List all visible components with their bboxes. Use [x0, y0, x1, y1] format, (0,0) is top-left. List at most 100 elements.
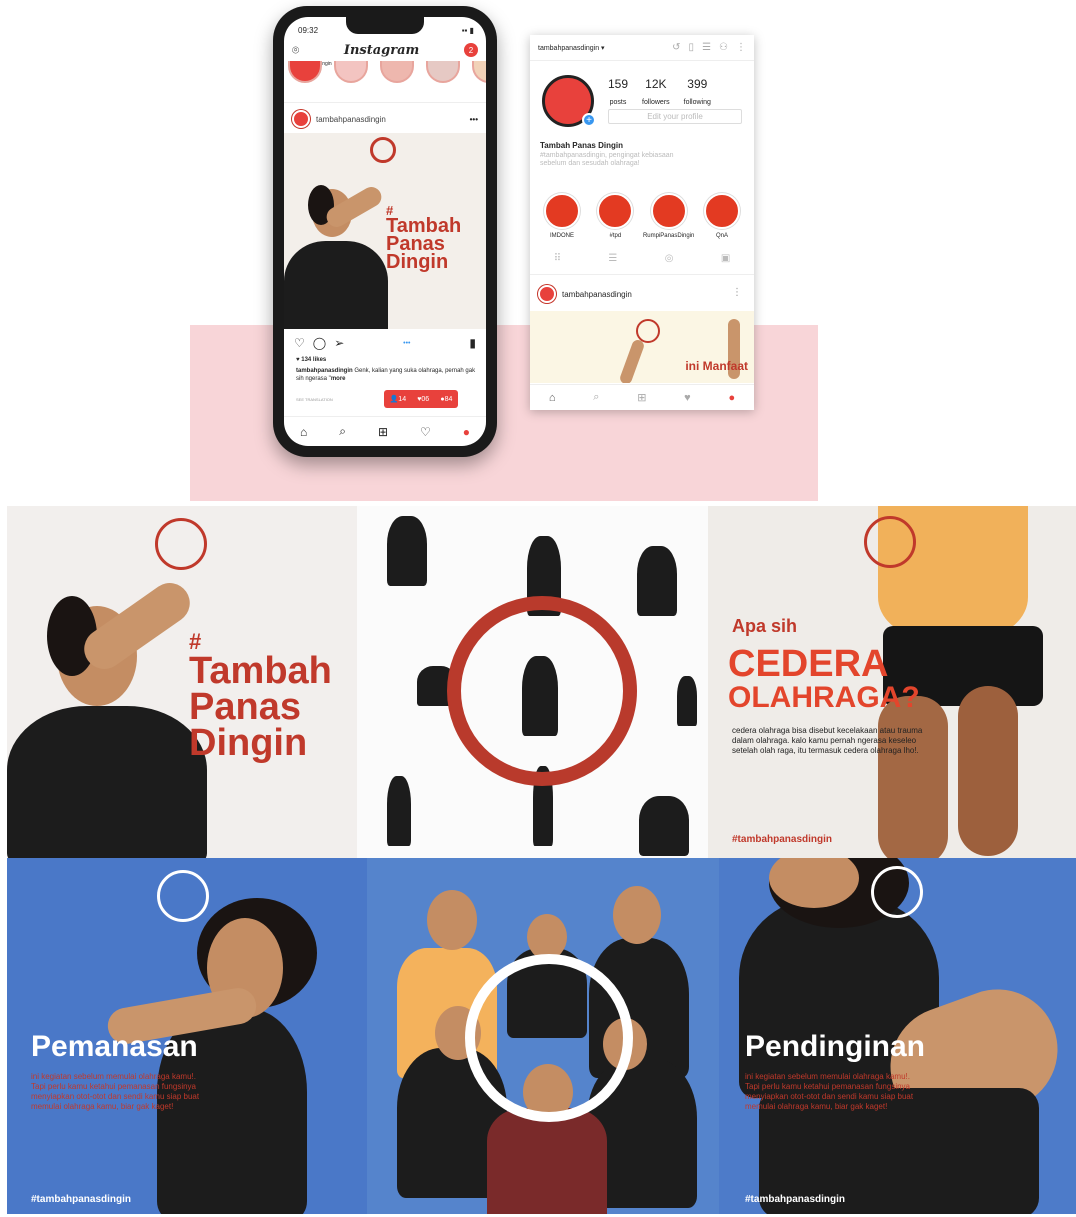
tile-heading-small: Apa sih: [732, 616, 798, 636]
share-icon[interactable]: ➢: [334, 336, 344, 350]
edit-profile-button[interactable]: Edit your profile: [608, 109, 742, 124]
activity-icon[interactable]: ♡: [420, 425, 431, 439]
see-translation-link[interactable]: SEE TRANSLATION: [296, 397, 333, 402]
post-title: # Tambah Panas Dingin: [386, 203, 462, 273]
activity-notification[interactable]: 👤14 ♥06 ●84: [384, 390, 458, 408]
profile-header-icons: ↺ ▯ ☰ ⚇ ⋮: [672, 42, 746, 53]
grid-post-tile-3[interactable]: Apa sih CEDERA OLAHRAGA? cedera olahraga…: [708, 506, 1076, 858]
highlight-item[interactable]: RumpiPanasDingin: [643, 193, 695, 239]
bookmark-icon[interactable]: ▮: [469, 336, 476, 350]
grid-post-tile-5[interactable]: [367, 858, 719, 1214]
heart-icon[interactable]: ♡: [294, 336, 305, 350]
athlete-figure: [639, 796, 689, 856]
location-icon[interactable]: ◎: [665, 253, 674, 274]
comment-icon[interactable]: ◯: [313, 336, 326, 350]
camera-icon[interactable]: ⌾: [292, 43, 299, 58]
post-username[interactable]: tambahpanasdingin: [316, 115, 464, 124]
search-icon[interactable]: ⌕: [593, 391, 599, 404]
avatar[interactable]: [292, 110, 310, 128]
story-item[interactable]: cucigudangd: [380, 61, 420, 102]
brand-logo-icon: [157, 870, 209, 922]
grid-post-tile-4[interactable]: Pemanasan ini kegiatan sebelum memulai o…: [7, 858, 367, 1214]
profile-bio: #tambahpanasdingin, pengingat kebiasaan …: [540, 152, 674, 168]
history-icon[interactable]: ↺: [672, 42, 680, 53]
instagram-feed-screen: 09:32 ▪▪ ▮ ⌾ Instagram 2 tambahpanasding…: [284, 17, 486, 446]
profile-username[interactable]: tambahpanasdingin ▾: [538, 44, 605, 52]
grid-view-icon[interactable]: ⠿: [554, 253, 561, 274]
story-item[interactable]: tambahpanasdingin: [288, 61, 332, 102]
more-options-icon[interactable]: •••: [470, 115, 478, 124]
instagram-header: ⌾ Instagram 2: [292, 39, 478, 61]
instagram-profile-screen: tambahpanasdingin ▾ ↺ ▯ ☰ ⚇ ⋮ + 159 posts…: [530, 35, 754, 410]
more-icon[interactable]: ⋮: [736, 42, 746, 53]
follower-icon: 👤14: [389, 396, 407, 403]
brand-logo-icon: [370, 137, 396, 163]
list-icon[interactable]: ☰: [702, 42, 711, 53]
status-time: 09:32: [298, 26, 319, 35]
home-icon[interactable]: ⌂: [549, 392, 556, 404]
profile-header: tambahpanasdingin ▾ ↺ ▯ ☰ ⚇ ⋮: [530, 35, 754, 61]
followers-stat[interactable]: 12K followers: [642, 77, 670, 109]
highlight-item[interactable]: #tpd: [589, 193, 641, 239]
posts-stat[interactable]: 159 posts: [608, 77, 628, 109]
tile-body-text: ini kegiatan sebelum memulai olahraga ka…: [745, 1072, 914, 1111]
direct-message-badge[interactable]: 2: [463, 43, 478, 57]
tile-title: Pendinginan: [745, 1030, 925, 1063]
athlete-figure: [677, 676, 697, 726]
athlete-figure: [387, 516, 427, 586]
more-icon[interactable]: ⋮: [732, 287, 742, 298]
search-icon[interactable]: ⌕: [339, 424, 346, 439]
hashtag-label: #tambahpanasdingin: [31, 1194, 132, 1205]
brand-logo-icon: [864, 516, 916, 568]
bottom-tab-bar: ⌂ ⌕ ⊞ ♡ ●: [284, 416, 486, 446]
athlete-figure: [7, 706, 207, 858]
profile-tabs: ⠿ ☰ ◎ ▣: [530, 253, 754, 275]
post-username[interactable]: tambahpanasdingin: [562, 290, 632, 299]
profile-post-image[interactable]: ini Manfaat: [530, 311, 754, 383]
add-person-icon[interactable]: ⚇: [719, 42, 728, 53]
add-post-icon[interactable]: ⊞: [378, 425, 388, 439]
profile-icon[interactable]: ●: [728, 392, 735, 404]
grid-post-tile-2[interactable]: [357, 506, 708, 858]
post-image[interactable]: # Tambah Panas Dingin: [284, 133, 486, 329]
tile-heading-big: OLAHRAGA?: [728, 681, 920, 714]
avatar[interactable]: [538, 285, 556, 303]
profile-icon[interactable]: ●: [463, 425, 470, 439]
like-notif-icon: ♥06: [417, 395, 430, 403]
tile-body-text: ini kegiatan sebelum memulai olahraga ka…: [31, 1072, 200, 1111]
phone-notch: [346, 17, 424, 34]
story-item[interactable]: faildway: [426, 61, 466, 102]
home-icon[interactable]: ⌂: [300, 425, 307, 439]
grid-post-tile-6[interactable]: Pendinginan ini kegiatan sebelum memulai…: [719, 858, 1076, 1214]
activity-icon[interactable]: ♥: [684, 392, 691, 404]
brand-logo-icon: [871, 866, 923, 918]
tile-title: Pemanasan: [31, 1030, 198, 1063]
profile-stats: 159 posts 12K followers 399 following: [608, 77, 711, 109]
post-preview-text: ini Manfaat: [685, 359, 748, 373]
post-caption: tambahpanasdingin Genk, kalian yang suka…: [296, 368, 476, 382]
athlete-figure: [387, 776, 411, 846]
comment-notif-icon: ●84: [440, 395, 453, 403]
hashtag-label: #tambahpanasdingin: [745, 1194, 846, 1205]
highlight-item[interactable]: QnA: [696, 193, 748, 239]
brand-logo-icon: [465, 954, 633, 1122]
signal-icon: ▪▪ ▮: [461, 26, 474, 35]
list-view-icon[interactable]: ☰: [608, 253, 617, 274]
tagged-icon[interactable]: ▣: [721, 253, 730, 274]
tile-title: # Tambah Panas Dingin: [189, 629, 332, 765]
tile-body-text: cedera olahraga bisa disebut kecelakaan …: [732, 726, 923, 755]
add-story-icon[interactable]: +: [582, 113, 596, 127]
instagram-logo: Instagram: [343, 42, 420, 58]
grid-post-tile-1[interactable]: # Tambah Panas Dingin: [7, 506, 357, 858]
story-item[interactable]: f: [472, 61, 486, 102]
following-stat[interactable]: 399 following: [684, 77, 711, 109]
hashtag-label: #tambahpanasdingin: [732, 834, 833, 845]
post-header: tambahpanasdingin •••: [292, 109, 478, 129]
phone-mockup: 09:32 ▪▪ ▮ ⌾ Instagram 2 tambahpanasding…: [273, 6, 497, 457]
highlight-item[interactable]: IMDONE: [536, 193, 588, 239]
story-item[interactable]: froarr: [334, 61, 374, 102]
bottom-tab-bar: ⌂ ⌕ ⊞ ♥ ●: [530, 384, 754, 410]
bookmark-icon[interactable]: ▯: [689, 42, 695, 53]
add-post-icon[interactable]: ⊞: [637, 391, 646, 404]
stories-row: tambahpanasdingin froarr cucigudangd fai…: [284, 61, 486, 103]
